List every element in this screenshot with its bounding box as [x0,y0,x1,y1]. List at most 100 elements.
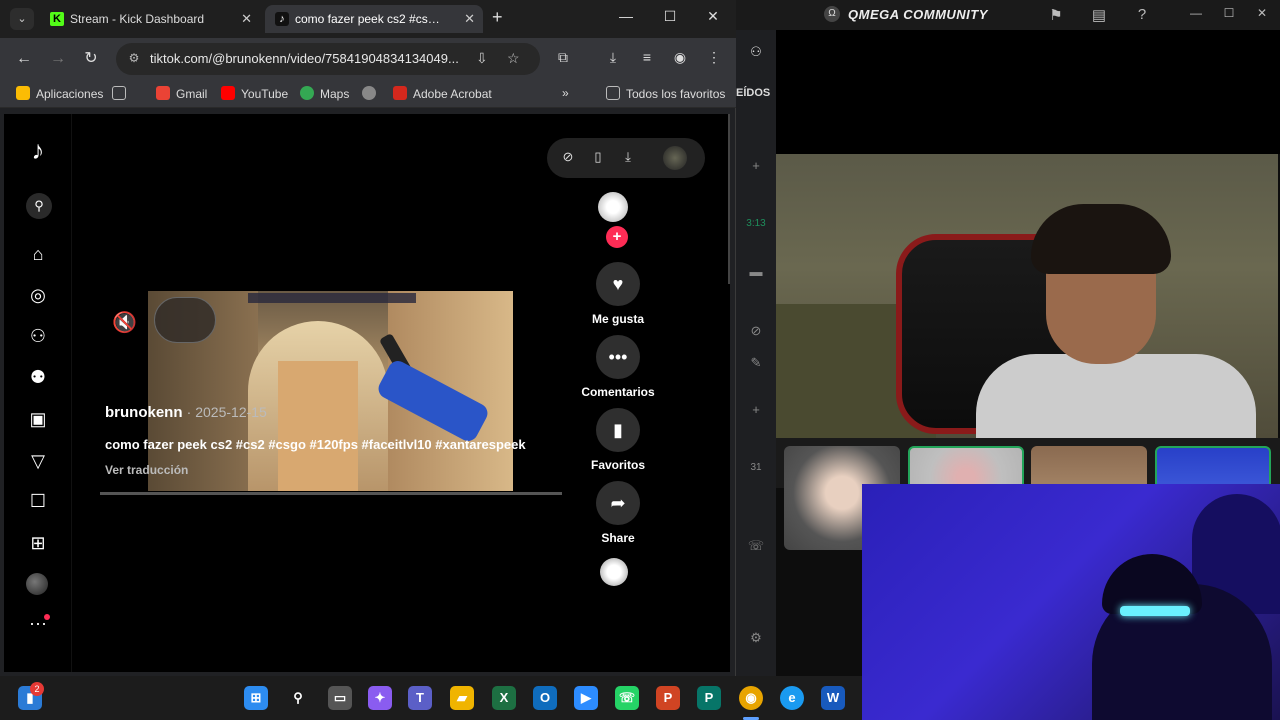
inbox-icon[interactable]: ☐ [26,489,50,513]
username[interactable]: brunokenn [105,404,183,421]
forward-button[interactable]: → [47,48,69,70]
mute-icon[interactable]: 🔇 [112,310,137,335]
tab-title: como fazer peek cs2 #cs2 #csgo [295,12,445,26]
tab-kick-dashboard[interactable]: K Stream - Kick Dashboard ✕ [40,5,260,33]
like-action[interactable]: ♥ Me gusta [578,262,658,326]
video-progress-bar[interactable] [100,492,562,495]
maximize-button[interactable]: ☐ [1218,6,1240,20]
stream-preview-background [776,30,1280,154]
word-icon[interactable]: W [821,686,845,710]
bookmark-globe[interactable] [362,86,382,101]
tab-search-button[interactable]: ⌄ [10,8,34,30]
minimize-button[interactable]: — [1185,6,1207,20]
autoscroll-icon[interactable]: ⊘ [559,149,577,165]
add-friend-icon[interactable]: ⚇ [738,44,774,60]
heart-icon[interactable]: ♥ [596,262,640,306]
bookmark-acrobat[interactable]: Adobe Acrobat [393,86,492,101]
comments-action[interactable]: ••• Comentarios [578,335,658,399]
back-button[interactable]: ← [13,48,35,70]
task-view-icon[interactable]: ▭ [328,686,352,710]
teams-icon[interactable]: T [408,686,432,710]
extensions-icon[interactable]: ⧉ [553,49,573,66]
reading-list-icon[interactable]: ≡ [637,49,657,65]
outlook-icon[interactable]: O [533,686,557,710]
phone-icon[interactable]: ☏ [738,538,774,554]
home-icon[interactable]: ⌂ [26,242,50,266]
follow-button[interactable]: + [606,226,628,248]
search-icon[interactable]: ⚲ [286,686,310,710]
more-menu-icon[interactable]: ⋮ [704,49,724,66]
inbox-icon[interactable]: ▤ [1088,6,1110,24]
maximize-button[interactable]: ☐ [650,8,690,25]
bookmark-star-icon[interactable]: ☆ [507,50,520,67]
edge-icon[interactable]: e [780,686,804,710]
video-author[interactable]: brunokenn · 2025-12-15 [105,404,267,421]
live-tv-icon[interactable]: ▣ [26,407,50,431]
copilot-icon[interactable]: ✦ [368,686,392,710]
share-action[interactable]: ➦ Share [578,481,658,545]
site-settings-icon[interactable]: ⚙ [126,51,142,67]
top-controls: ⊘ ▯ ⤓ [547,138,705,178]
close-icon[interactable]: ✕ [241,5,252,33]
start-icon[interactable]: ⊞ [244,686,268,710]
flag-icon[interactable]: ⚑ [1045,6,1067,24]
video-player[interactable] [148,291,513,491]
upload-plus-icon[interactable]: ⊞ [26,531,50,555]
powerpoint-icon[interactable]: P [656,686,680,710]
close-window-button[interactable]: ✕ [1251,6,1273,20]
download-icon[interactable]: ⤓ [603,49,623,66]
following-icon[interactable]: ⚇ [26,324,50,348]
settings-gear-icon[interactable]: ⚙ [738,630,774,646]
mute-mic-icon[interactable]: ⊘ [738,323,774,339]
new-tab-button[interactable]: + [492,7,503,28]
bookmark-all-favorites[interactable]: Todos los favoritos [606,86,725,101]
bookmarks-bar: Aplicaciones Gmail YouTube Maps Adobe Ac… [0,80,736,108]
share-arrow-icon[interactable]: ➦ [596,481,640,525]
music-disc-icon[interactable] [600,558,628,586]
file-explorer-icon[interactable]: ▰ [450,686,474,710]
comment-icon[interactable]: ••• [596,335,640,379]
install-app-icon[interactable]: ⇩ [476,50,488,67]
comments-label: Comentarios [581,385,655,399]
search-icon[interactable]: ⚲ [26,193,52,219]
user-avatar[interactable] [663,146,687,170]
webcam-feed [776,154,1278,438]
camera-icon[interactable]: ▬ [738,264,774,279]
bookmark-icon[interactable]: ▮ [596,408,640,452]
bookmark-maps[interactable]: Maps [300,86,349,101]
friends-icon[interactable]: ⚉ [26,365,50,389]
pen-icon[interactable]: ✎ [738,355,774,371]
bookmark-grid[interactable] [112,86,132,101]
notification-dot [44,614,50,620]
bookmark-youtube[interactable]: YouTube [221,86,288,101]
download-video-icon[interactable]: ⤓ [619,149,637,165]
whatsapp-icon[interactable]: ☏ [615,686,639,710]
reload-button[interactable]: ↻ [80,48,102,70]
help-icon[interactable]: ? [1131,6,1153,23]
close-window-button[interactable]: ✕ [693,8,733,25]
add-icon[interactable]: + [738,158,774,173]
minimize-button[interactable]: — [606,8,646,24]
see-translation-link[interactable]: Ver traducción [105,463,188,477]
close-icon[interactable]: ✕ [464,5,475,33]
excel-icon[interactable]: X [492,686,516,710]
chrome-icon[interactable]: ◉ [739,686,763,710]
creator-avatar[interactable] [598,192,628,222]
bookmark-apps[interactable]: Aplicaciones [16,86,103,101]
messages-send-icon[interactable]: ▽ [26,449,50,473]
favorites-action[interactable]: ▮ Favoritos [578,408,658,472]
mobile-view-icon[interactable]: ▯ [589,149,607,165]
explore-compass-icon[interactable]: ◎ [26,283,50,307]
tab-tiktok-video[interactable]: ♪ como fazer peek cs2 #cs2 #csgo ✕ [265,5,483,33]
add-icon[interactable]: + [738,402,774,417]
bookmarks-overflow-icon[interactable]: » [562,86,569,100]
bookmark-gmail[interactable]: Gmail [156,86,207,101]
profile-avatar[interactable] [26,573,48,595]
page-scrollbar[interactable] [728,114,730,284]
tiktok-icon: ♪ [275,12,289,26]
publisher-icon[interactable]: P [697,686,721,710]
profile-avatar-icon[interactable]: ◉ [670,49,690,66]
address-bar[interactable]: ⚙ tiktok.com/@brunokenn/video/7584190483… [116,43,540,75]
tiktok-logo-icon[interactable]: ♪ [26,137,50,163]
zoom-icon[interactable]: ▶ [574,686,598,710]
